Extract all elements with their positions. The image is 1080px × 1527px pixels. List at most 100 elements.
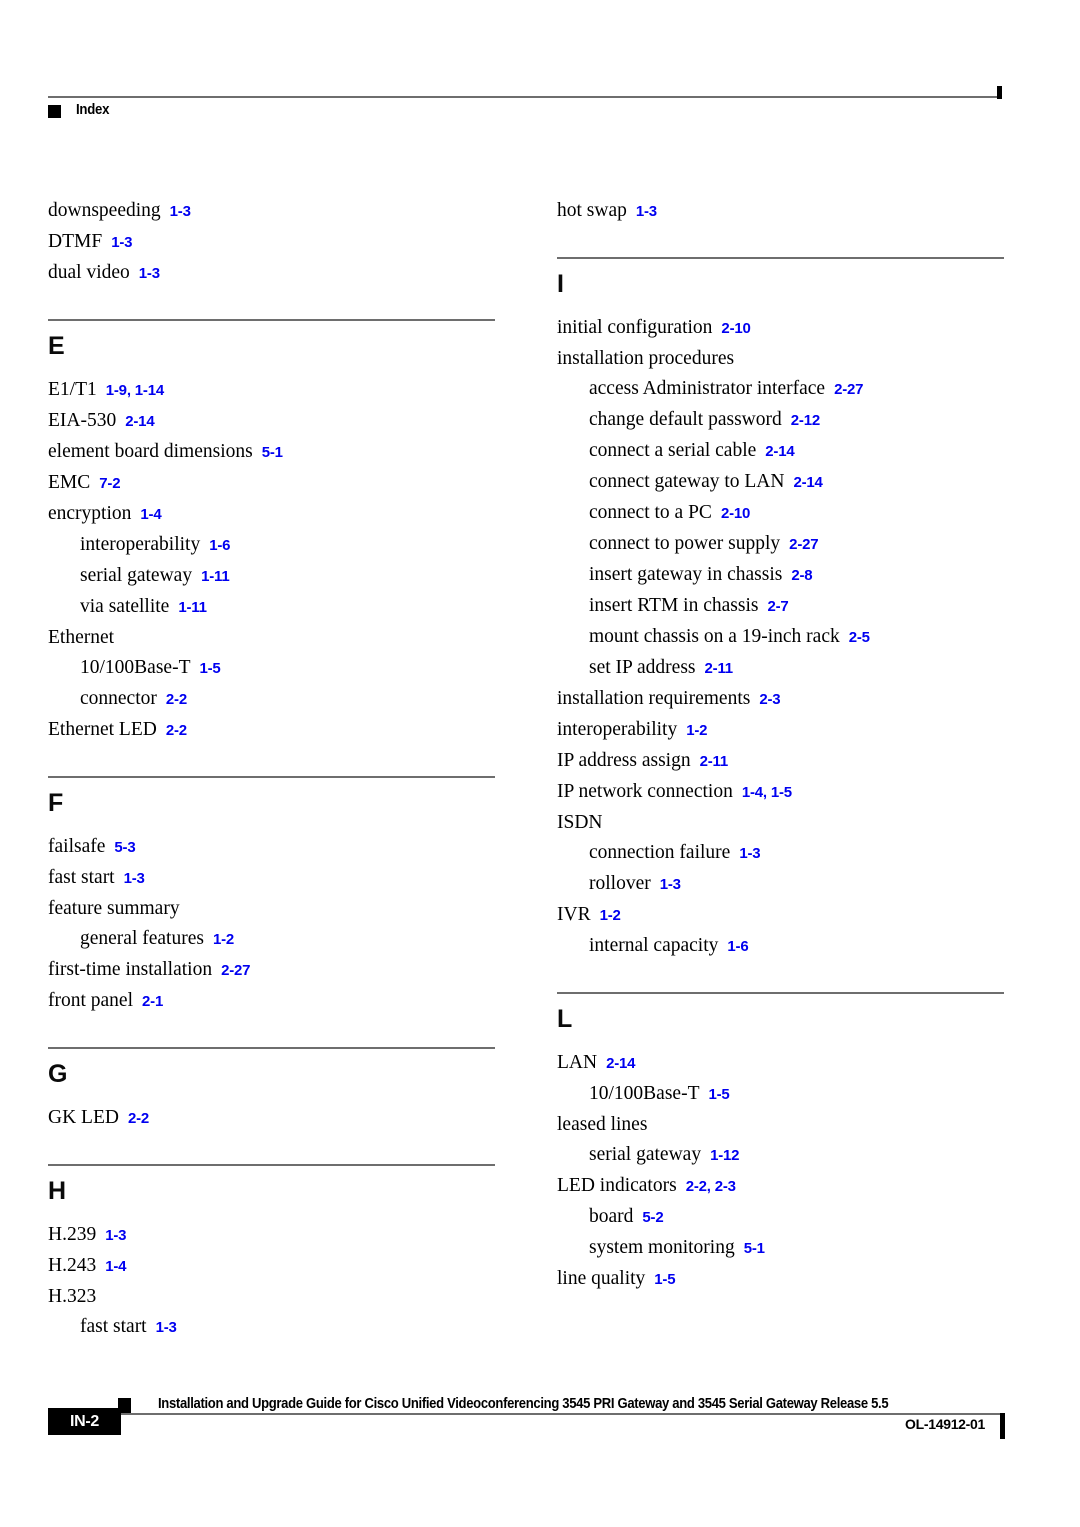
index-entry-page-reference[interactable]: 2-3 [759, 691, 780, 708]
index-entry-term: 10/100Base-T [80, 657, 191, 678]
index-subentry: set IP address 2-11 [557, 653, 1012, 684]
index-entry-term: element board dimensions [48, 441, 253, 462]
index-subentry: connector 2-2 [48, 684, 503, 715]
index-subentry: serial gateway 1-11 [48, 561, 503, 592]
index-entry-page-reference[interactable]: 1-3 [124, 870, 145, 887]
index-entry-term: initial configuration [557, 317, 713, 338]
index-entry-page-reference[interactable]: 1-5 [708, 1086, 729, 1103]
index-subentry: change default password 2-12 [557, 405, 1012, 436]
index-entry-term: IVR [557, 904, 591, 925]
index-entry-term: hot swap [557, 200, 627, 221]
index-entry-page-reference[interactable]: 1-3 [636, 203, 657, 220]
index-subentry: mount chassis on a 19-inch rack 2-5 [557, 622, 1012, 653]
index-entry-term: H.323 [48, 1286, 97, 1307]
index-entry-page-reference[interactable]: 1-3 [170, 203, 191, 220]
index-entry-page-reference[interactable]: 2-14 [765, 443, 794, 460]
index-entry-term: downspeeding [48, 200, 161, 221]
index-entry: line quality 1-5 [557, 1264, 1012, 1295]
index-entry-term: via satellite [80, 596, 170, 617]
index-entry: IP network connection 1-4, 1-5 [557, 777, 1012, 808]
index-entry-page-reference[interactable]: 1-3 [139, 265, 160, 282]
index-entry-page-reference[interactable]: 5-2 [642, 1209, 663, 1226]
index-entry-page-reference[interactable]: 2-14 [793, 474, 822, 491]
header-rule-end-tick [997, 86, 1002, 99]
index-entry-page-reference[interactable]: 2-27 [789, 536, 818, 553]
index-entry-page-reference[interactable]: 2-11 [700, 753, 729, 770]
index-entry: EIA-530 2-14 [48, 406, 503, 437]
index-entry-page-reference[interactable]: 1-5 [199, 660, 220, 677]
index-entry-term: front panel [48, 990, 134, 1011]
index-entry-page-reference[interactable]: 1-4, 1-5 [742, 784, 792, 801]
index-entry-term: installation requirements [557, 688, 751, 709]
index-subentry: fast start 1-3 [48, 1312, 503, 1343]
index-entry-page-reference[interactable]: 1-3 [660, 876, 681, 893]
index-entry-page-reference[interactable]: 1-3 [156, 1319, 177, 1336]
index-subentry: board 5-2 [557, 1202, 1012, 1233]
index-subentry: via satellite 1-11 [48, 592, 503, 623]
index-entry-page-reference[interactable]: 1-6 [727, 938, 748, 955]
index-entry-page-reference[interactable]: 2-2 [166, 722, 187, 739]
index-entry-term: board [589, 1206, 634, 1227]
index-section-continued: downspeeding 1-3 DTMF 1-3 dual video 1-3 [48, 196, 503, 289]
index-entry-term: serial gateway [589, 1144, 702, 1165]
index-entry-term: H.239 [48, 1224, 97, 1245]
index-entry-page-reference[interactable]: 1-12 [710, 1147, 739, 1164]
index-entry-page-reference[interactable]: 5-3 [114, 839, 135, 856]
index-entry: first-time installation 2-27 [48, 955, 503, 986]
index-entry-page-reference[interactable]: 2-14 [125, 413, 154, 430]
index-entry-page-reference[interactable]: 1-11 [178, 599, 207, 616]
index-entry-page-reference[interactable]: 2-14 [606, 1055, 635, 1072]
index-entry-page-reference[interactable]: 1-2 [686, 722, 707, 739]
section-divider [48, 319, 495, 321]
index-entry-page-reference[interactable]: 2-27 [221, 962, 250, 979]
index-entry-page-reference[interactable]: 2-10 [721, 505, 750, 522]
index-entry-page-reference[interactable]: 1-11 [201, 568, 230, 585]
index-entry-page-reference[interactable]: 2-8 [791, 567, 812, 584]
index-subentry: 10/100Base-T 1-5 [48, 653, 503, 684]
index-entry-page-reference[interactable]: 2-1 [142, 993, 163, 1010]
index-entry-page-reference[interactable]: 2-7 [767, 598, 788, 615]
index-entry-page-reference[interactable]: 2-11 [705, 660, 734, 677]
document-id: OL-14912-01 [905, 1416, 985, 1432]
index-entry-page-reference[interactable]: 1-4 [140, 506, 161, 523]
index-entry-page-reference[interactable]: 1-3 [739, 845, 760, 862]
index-entry-page-reference[interactable]: 2-12 [791, 412, 820, 429]
index-entry: H.239 1-3 [48, 1220, 503, 1251]
index-subentry: connection failure 1-3 [557, 838, 1012, 869]
page-footer: Installation and Upgrade Guide for Cisco… [48, 1396, 1005, 1458]
index-entry-page-reference[interactable]: 1-4 [105, 1258, 126, 1275]
index-entry: initial configuration 2-10 [557, 313, 1012, 344]
index-section-l: L LAN 2-14 10/100Base-T 1-5 leased lines seria… [557, 992, 1012, 1295]
index-entry-term: connect to a PC [589, 502, 712, 523]
index-entry-page-reference[interactable]: 5-1 [744, 1240, 765, 1257]
index-entry: front panel 2-1 [48, 986, 503, 1017]
index-entry-page-reference[interactable]: 1-2 [600, 907, 621, 924]
index-entry: installation procedures [557, 344, 1012, 374]
footer-rule [118, 1413, 1002, 1415]
index-entry-page-reference[interactable]: 2-2 [166, 691, 187, 708]
index-entry-page-reference[interactable]: 1-5 [654, 1271, 675, 1288]
index-entry-page-reference[interactable]: 1-9, 1-14 [106, 382, 164, 399]
index-subentry: internal capacity 1-6 [557, 931, 1012, 962]
index-entry-page-reference[interactable]: 2-10 [721, 320, 750, 337]
index-entry-term: connector [80, 688, 157, 709]
index-entry: ISDN [557, 808, 1012, 838]
index-entry-page-reference[interactable]: 1-2 [213, 931, 234, 948]
index-entry-page-reference[interactable]: 2-2, 2-3 [686, 1178, 736, 1195]
section-divider [557, 257, 1004, 259]
index-entry-page-reference[interactable]: 7-2 [99, 475, 120, 492]
index-entry-page-reference[interactable]: 1-3 [111, 234, 132, 251]
index-entry-term: connect to power supply [589, 533, 781, 554]
index-entry-page-reference[interactable]: 2-5 [849, 629, 870, 646]
index-entry-page-reference[interactable]: 5-1 [262, 444, 283, 461]
index-entry-page-reference[interactable]: 1-3 [105, 1227, 126, 1244]
index-entry-page-reference[interactable]: 2-27 [834, 381, 863, 398]
index-entry: dual video 1-3 [48, 258, 503, 289]
index-subentry: insert RTM in chassis 2-7 [557, 591, 1012, 622]
index-entry-term: H.243 [48, 1255, 97, 1276]
index-entry-page-reference[interactable]: 1-6 [209, 537, 230, 554]
index-entry: H.243 1-4 [48, 1251, 503, 1282]
index-entry-term: mount chassis on a 19-inch rack [589, 626, 840, 647]
section-letter-heading: E [48, 332, 65, 360]
index-entry-page-reference[interactable]: 2-2 [128, 1110, 149, 1127]
